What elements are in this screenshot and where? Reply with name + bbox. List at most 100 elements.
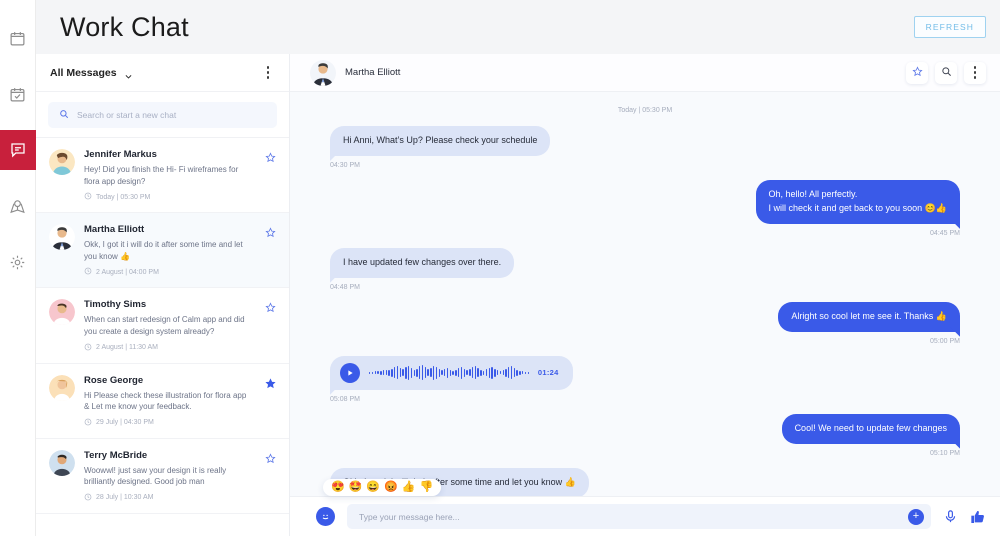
waveform-bar bbox=[391, 368, 393, 377]
conversation-menu-button[interactable] bbox=[964, 61, 986, 84]
message-bubble: Oh, hello! All perfectly. I will check i… bbox=[755, 179, 960, 224]
location-pin-icon bbox=[9, 198, 26, 215]
star-icon[interactable] bbox=[265, 224, 277, 277]
rail-item-chat[interactable] bbox=[0, 130, 36, 170]
waveform-bar bbox=[527, 371, 529, 374]
chat-list: Jennifer Markus Hey! Did you finish the … bbox=[36, 138, 289, 536]
waveform-bar bbox=[388, 369, 390, 376]
reaction-emoji[interactable]: 👎 bbox=[420, 482, 434, 493]
chat-list-menu-button[interactable] bbox=[263, 62, 274, 83]
message-thread: Today | 05:30 PM Hi Anni, What’s Up? Ple… bbox=[290, 92, 1000, 496]
message-input[interactable] bbox=[359, 511, 919, 522]
topbar: Work Chat REFRESH bbox=[36, 0, 1000, 54]
conversation-search-button[interactable] bbox=[935, 61, 957, 84]
waveform-bar bbox=[438, 368, 440, 377]
chat-list-item[interactable]: Rose George Hi Please check these illust… bbox=[36, 364, 289, 439]
kebab-dot bbox=[266, 66, 269, 69]
message-timestamp: 04:45 PM bbox=[930, 229, 960, 237]
message-timestamp: 05:08 PM bbox=[330, 395, 360, 403]
waveform-bar bbox=[505, 368, 507, 377]
search-input[interactable] bbox=[77, 110, 266, 120]
star-icon[interactable] bbox=[265, 450, 277, 503]
waveform-bar bbox=[413, 369, 415, 376]
message-input-wrapper[interactable]: + bbox=[347, 504, 931, 529]
chat-item-preview: Hi Please check these illustration for f… bbox=[84, 390, 247, 412]
waveform-bar bbox=[499, 371, 502, 375]
waveform-bar bbox=[377, 371, 379, 375]
waveform-bar bbox=[432, 365, 435, 380]
day-separator: Today | 05:30 PM bbox=[617, 107, 673, 114]
message-timestamp: 04:48 PM bbox=[330, 283, 360, 291]
waveform-bar bbox=[369, 371, 371, 374]
voice-message-bubble[interactable]: 01:24 bbox=[330, 355, 573, 390]
waveform-bar bbox=[469, 369, 471, 377]
waveform-bar bbox=[524, 371, 527, 374]
waveform-bar bbox=[446, 367, 449, 378]
chat-item-preview: Okk, I got it i will do it after some ti… bbox=[84, 240, 243, 261]
conversation-header: Martha Elliott bbox=[290, 54, 1000, 92]
emoji-picker-button[interactable] bbox=[316, 507, 335, 526]
microphone-icon[interactable] bbox=[943, 509, 958, 524]
reaction-emoji[interactable]: 👍 bbox=[402, 482, 416, 493]
search-icon bbox=[59, 106, 69, 124]
waveform-bar bbox=[416, 368, 418, 377]
reaction-emoji[interactable]: 🤩 bbox=[349, 482, 363, 493]
message-row: I have updated few changes over there. 0… bbox=[330, 247, 960, 291]
chat-item-body: Terry McBride Woowwl! just saw your desi… bbox=[84, 450, 256, 503]
reaction-bar: 😍 🤩 😄 😡 👍 👎 bbox=[323, 479, 442, 496]
chat-item-time-row: 29 July | 04:30 PM bbox=[84, 418, 252, 428]
rail-item-location[interactable] bbox=[0, 186, 36, 226]
conversation-peer-name: Martha Elliott bbox=[345, 67, 401, 78]
message-row: Cool! We need to update few changes 05:1… bbox=[330, 413, 960, 457]
chat-item-name: Terry McBride bbox=[84, 449, 148, 461]
waveform-bar bbox=[477, 368, 479, 378]
waveform-bar bbox=[399, 368, 401, 378]
waveform-bar bbox=[483, 370, 485, 375]
chat-list-item[interactable]: Martha Elliott Okk, I got it i will do i… bbox=[36, 213, 289, 289]
attach-button[interactable]: + bbox=[908, 508, 924, 525]
conversation-peer[interactable]: Martha Elliott bbox=[310, 59, 401, 86]
reaction-emoji[interactable]: 😍 bbox=[331, 482, 345, 493]
reaction-emoji[interactable]: 😡 bbox=[384, 482, 398, 493]
waveform-bar bbox=[508, 367, 510, 379]
thumbs-up-icon[interactable] bbox=[970, 509, 986, 525]
waveform-bar bbox=[444, 369, 446, 377]
conversation-star-button[interactable] bbox=[906, 61, 928, 84]
chat-list-item[interactable]: Timothy Sims When can start redesign of … bbox=[36, 288, 289, 364]
chat-icon bbox=[9, 141, 27, 159]
rail-item-calendar[interactable] bbox=[0, 18, 36, 58]
rail-item-settings[interactable] bbox=[0, 242, 36, 282]
refresh-button[interactable]: REFRESH bbox=[913, 16, 986, 38]
message-bubble: I have updated few changes over there. bbox=[330, 247, 515, 278]
chat-list-item[interactable]: Jennifer Markus Hey! Did you finish the … bbox=[36, 138, 289, 214]
waveform-bar bbox=[382, 370, 385, 376]
reaction-emoji[interactable]: 😄 bbox=[366, 482, 380, 493]
kebab-dot bbox=[266, 76, 269, 79]
star-icon-filled[interactable] bbox=[265, 375, 277, 428]
play-icon[interactable] bbox=[340, 362, 360, 383]
waveform-bar bbox=[494, 368, 496, 377]
waveform-bar bbox=[427, 369, 429, 377]
waveform-bar bbox=[463, 368, 465, 377]
waveform-bar bbox=[396, 366, 399, 380]
chat-list-header: All Messages bbox=[36, 54, 289, 92]
avatar bbox=[49, 374, 75, 401]
waveform-bar bbox=[488, 367, 490, 378]
chat-item-time: 2 August | 04:00 PM bbox=[96, 268, 159, 276]
star-icon[interactable] bbox=[265, 149, 277, 202]
waveform-bar bbox=[460, 366, 463, 379]
chat-item-name: Martha Elliott bbox=[84, 224, 145, 236]
star-icon[interactable] bbox=[265, 299, 277, 352]
chat-list-item[interactable]: Terry McBride Woowwl! just saw your desi… bbox=[36, 439, 289, 514]
chat-item-body: Rose George Hi Please check these illust… bbox=[84, 375, 256, 428]
avatar bbox=[49, 449, 75, 476]
waveform-bar bbox=[371, 371, 374, 374]
waveform-bar bbox=[424, 367, 427, 379]
messages-filter-dropdown[interactable]: All Messages bbox=[50, 67, 133, 79]
rail-item-tasks[interactable] bbox=[0, 74, 36, 114]
waveform-bar bbox=[466, 370, 468, 376]
page-title: Work Chat bbox=[60, 11, 189, 42]
search-box[interactable] bbox=[48, 102, 277, 128]
chat-item-body: Timothy Sims When can start redesign of … bbox=[84, 299, 256, 352]
chat-item-name: Jennifer Markus bbox=[84, 149, 157, 160]
